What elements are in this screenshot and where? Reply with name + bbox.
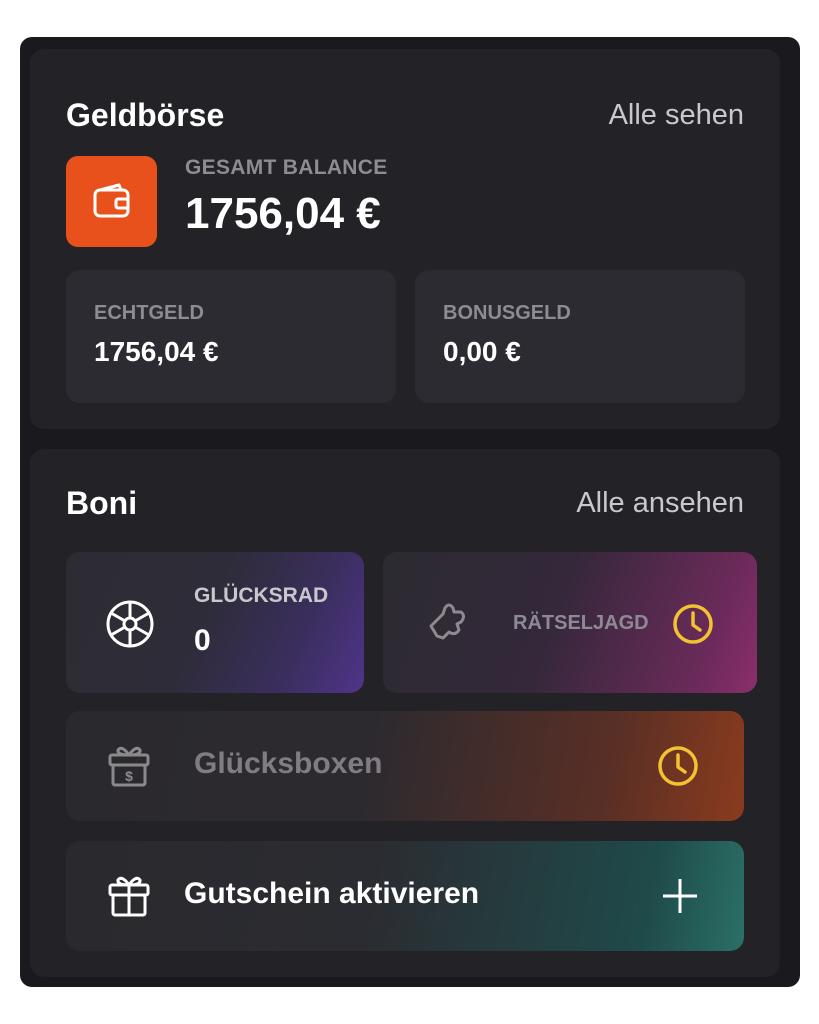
bonus-title: Boni: [66, 485, 138, 521]
bonus-see-all-link[interactable]: Alle ansehen: [576, 487, 744, 520]
gift-box-icon: $: [104, 741, 154, 796]
real-money-card: ECHTGELD 1756,04 €: [66, 270, 396, 403]
wheel-icon: [104, 598, 156, 655]
puzzle-icon: [423, 598, 471, 651]
wallet-icon: [66, 156, 157, 247]
lucky-boxes-tile[interactable]: $ Glücksboxen: [66, 711, 744, 821]
bonus-card: Boni Alle ansehen GLÜCKSRAD 0 RÄTSELJAGD…: [30, 449, 780, 977]
activate-voucher-label: Gutschein aktivieren: [184, 877, 480, 910]
gift-icon: [104, 871, 154, 926]
real-money-value: 1756,04 €: [94, 336, 219, 367]
wheel-of-fortune-tile[interactable]: GLÜCKSRAD 0: [66, 552, 364, 693]
lucky-boxes-label: Glücksboxen: [194, 747, 383, 780]
clock-icon: [656, 744, 700, 793]
real-money-label: ECHTGELD: [94, 302, 204, 324]
clock-icon: [671, 602, 715, 651]
puzzle-hunt-tile[interactable]: RÄTSELJAGD: [383, 552, 757, 693]
wheel-label: GLÜCKSRAD: [194, 584, 329, 607]
wheel-count: 0: [194, 624, 211, 657]
wallet-card: Geldbörse Alle sehen GESAMT BALANCE 1756…: [30, 49, 780, 429]
bonus-money-label: BONUSGELD: [443, 302, 571, 324]
total-balance-label: GESAMT BALANCE: [185, 156, 388, 179]
bonus-money-value: 0,00 €: [443, 336, 521, 367]
activate-voucher-tile[interactable]: Gutschein aktivieren: [66, 841, 744, 951]
puzzle-label: RÄTSELJAGD: [513, 612, 649, 634]
bonus-money-card: BONUSGELD 0,00 €: [415, 270, 745, 403]
plus-icon[interactable]: [660, 876, 700, 921]
wallet-title: Geldbörse: [66, 97, 225, 133]
total-balance-value: 1756,04 €: [185, 189, 381, 238]
wallet-bonus-panel: Geldbörse Alle sehen GESAMT BALANCE 1756…: [20, 37, 800, 987]
svg-text:$: $: [125, 768, 133, 784]
wallet-see-all-link[interactable]: Alle sehen: [609, 99, 744, 132]
